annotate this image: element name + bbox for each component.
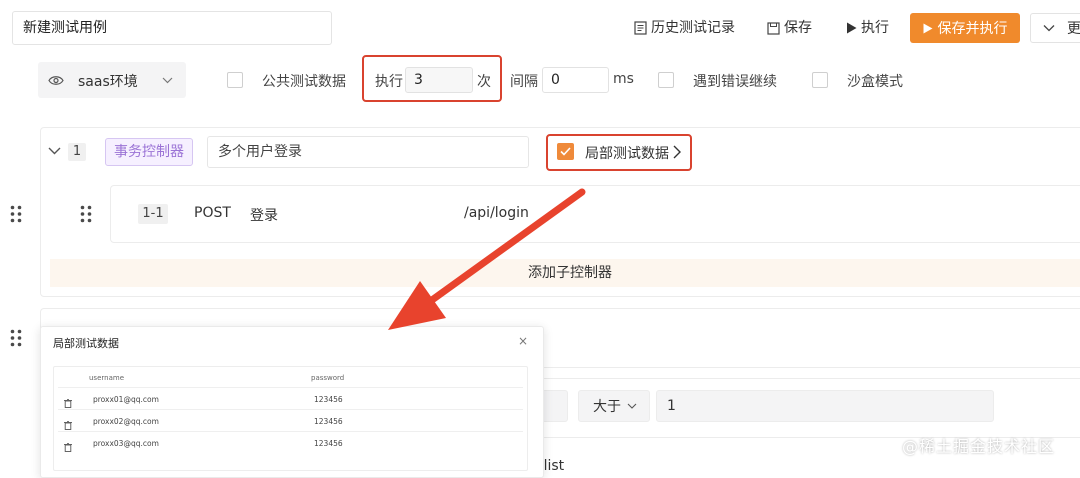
watermark: @稀土掘金技术社区 bbox=[902, 437, 1056, 456]
annotation-arrow bbox=[388, 188, 586, 330]
